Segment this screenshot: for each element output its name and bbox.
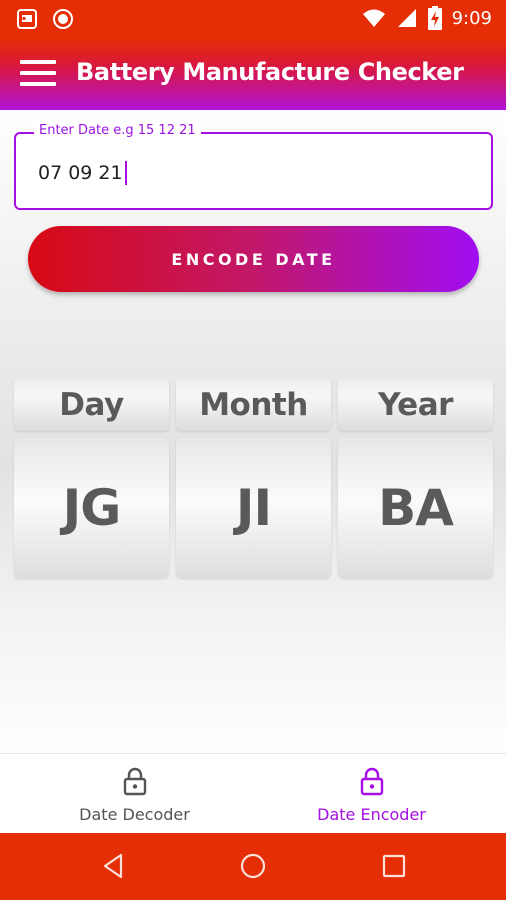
year-header: Year: [378, 386, 453, 423]
nav-date-decoder[interactable]: Date Decoder: [8, 754, 261, 834]
nav-date-decoder-label: Date Decoder: [79, 805, 190, 824]
record-icon: [52, 8, 74, 30]
lock-icon: [122, 766, 148, 796]
home-icon[interactable]: [239, 852, 267, 885]
month-code: JI: [235, 479, 272, 537]
month-code-card: JI: [176, 438, 331, 578]
text-cursor: [124, 161, 127, 185]
main-content: Enter Date e.g 15 12 21 07 09 21 ENCODE …: [0, 110, 506, 753]
status-bar: 9:09: [0, 0, 506, 38]
date-input-value[interactable]: 07 09 21: [38, 162, 123, 184]
month-header: Month: [199, 386, 308, 423]
day-code-card: JG: [14, 438, 169, 578]
signal-icon: [396, 7, 418, 29]
notification-app-icon: [16, 8, 38, 30]
nav-date-encoder[interactable]: Date Encoder: [245, 754, 498, 834]
app-bar: Battery Manufacture Checker: [0, 38, 506, 110]
year-code-card: BA: [338, 438, 493, 578]
date-input-field[interactable]: Enter Date e.g 15 12 21 07 09 21: [14, 123, 493, 210]
back-icon[interactable]: [100, 852, 128, 885]
menu-icon[interactable]: [20, 60, 56, 88]
encode-date-button[interactable]: ENCODE DATE: [28, 226, 479, 292]
recents-icon[interactable]: [380, 852, 408, 885]
year-header-card: Year: [338, 378, 493, 431]
day-header: Day: [59, 386, 124, 423]
year-code: BA: [378, 479, 454, 537]
nav-date-encoder-label: Date Encoder: [317, 805, 426, 824]
encode-date-button-label: ENCODE DATE: [171, 249, 336, 269]
day-code: JG: [62, 479, 122, 537]
date-input-label: Enter Date e.g 15 12 21: [34, 123, 201, 138]
status-time: 9:09: [451, 7, 492, 29]
system-navigation-bar: [0, 833, 506, 900]
battery-charging-icon: [427, 6, 442, 30]
month-header-card: Month: [176, 378, 331, 431]
lock-icon: [359, 766, 385, 796]
wifi-icon: [362, 7, 386, 29]
day-header-card: Day: [14, 378, 169, 431]
app-title: Battery Manufacture Checker: [76, 58, 464, 86]
bottom-navigation: Date Decoder Date Encoder: [0, 753, 506, 833]
